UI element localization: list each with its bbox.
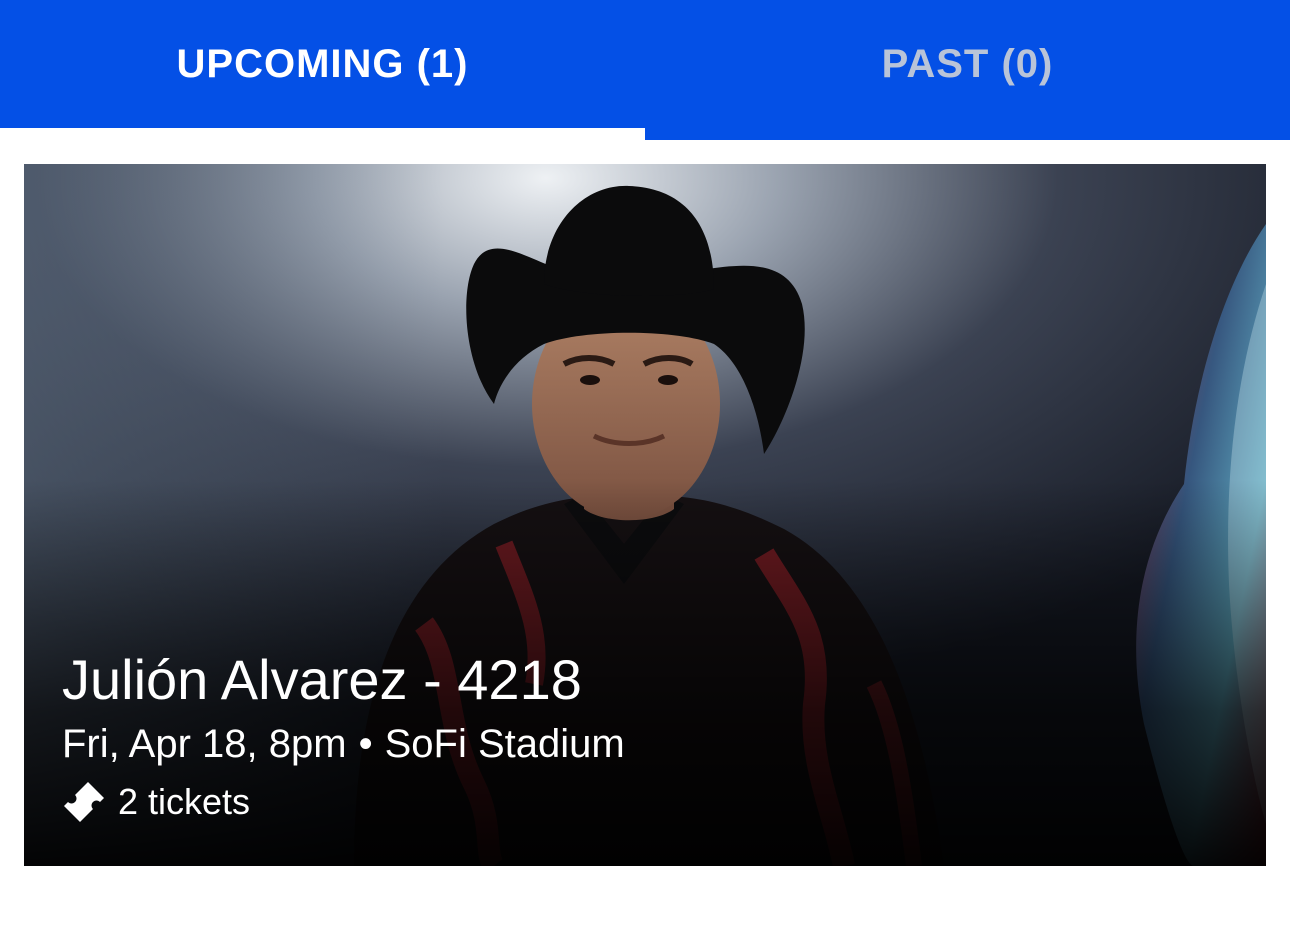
tab-bar: UPCOMING (1) PAST (0) <box>0 0 1290 140</box>
active-tab-indicator <box>0 128 645 140</box>
tab-past[interactable]: PAST (0) <box>645 0 1290 128</box>
ticket-icon <box>64 782 104 822</box>
event-date-time: Fri, Apr 18, 8pm <box>62 722 347 766</box>
ticket-count: 2 tickets <box>118 781 251 822</box>
tab-past-label: PAST (0) <box>881 41 1054 86</box>
tickets-row: 2 tickets <box>62 776 625 828</box>
meta-separator: • <box>358 722 373 766</box>
event-card[interactable]: Julión Alvarez - 4218 Fri, Apr 18, 8pm • S… <box>24 164 1266 866</box>
event-info: Julión Alvarez - 4218 Fri, Apr 18, 8pm • S… <box>62 646 625 828</box>
event-meta: Fri, Apr 18, 8pm • SoFi Stadium <box>62 716 625 772</box>
tab-upcoming-label: UPCOMING (1) <box>176 41 469 86</box>
event-title: Julión Alvarez - 4218 <box>62 648 582 711</box>
tab-upcoming[interactable]: UPCOMING (1) <box>0 0 645 128</box>
event-venue: SoFi Stadium <box>384 722 625 766</box>
